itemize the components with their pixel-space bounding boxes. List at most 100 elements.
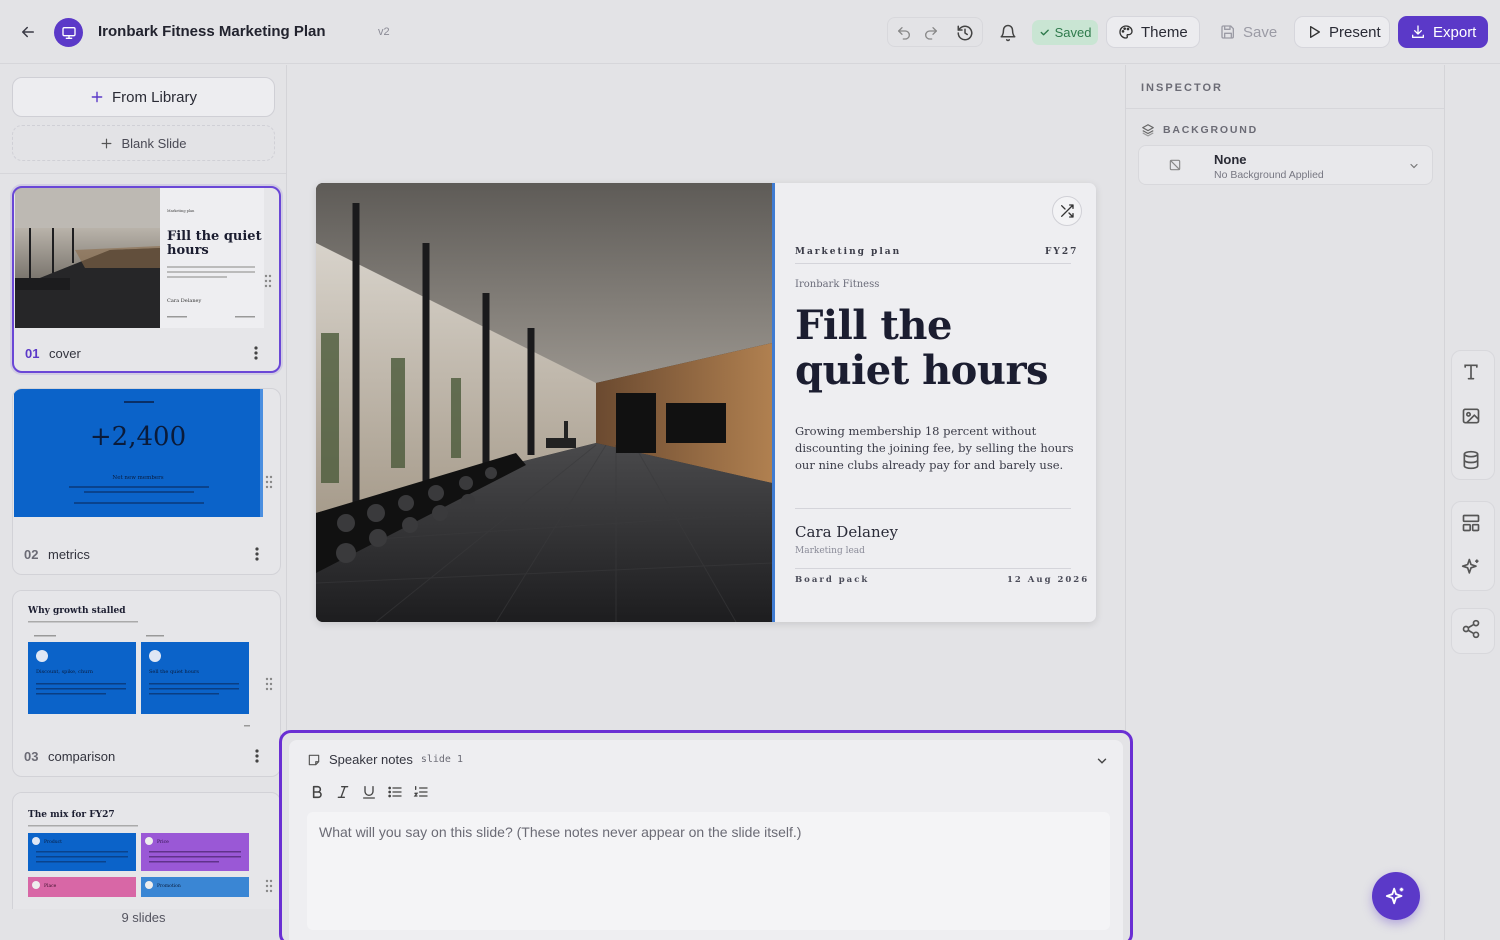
back-arrow-icon[interactable] [14, 18, 42, 46]
blank-slide-button[interactable]: Blank Slide [12, 125, 275, 161]
svg-text:Fill the quiet: Fill the quiet [167, 229, 262, 244]
divider [1126, 108, 1445, 109]
background-value: None [1214, 152, 1247, 167]
slides-panel: From Library Blank Slide Marketing plan … [0, 65, 287, 940]
background-select[interactable]: None No Background Applied [1138, 145, 1433, 185]
slide-thumbnail-cover[interactable]: Marketing plan Fill the quiet hours Cara… [12, 186, 281, 373]
slide-body-text[interactable]: Growing membership 18 percent without di… [795, 423, 1075, 474]
slide-thumbnail-comparison[interactable]: Why growth stalled Discount, spike, chur… [12, 590, 281, 777]
save-button[interactable]: Save [1208, 16, 1286, 48]
from-library-label: From Library [111, 88, 197, 106]
theme-button[interactable]: Theme [1106, 16, 1200, 48]
svg-text:hours: hours [167, 243, 209, 258]
thumb-tile-promotion: Promotion [157, 883, 181, 889]
gym-photo[interactable] [316, 183, 772, 622]
slide-preview: +2,400 Net new members [14, 389, 263, 517]
thumb-title: The mix for FY27 [28, 810, 115, 820]
bullet-list-icon[interactable] [387, 784, 405, 802]
metrics-thumbnail-art: +2,400 Net new members [14, 389, 263, 517]
slide-preview-main[interactable]: Marketing plan FY27 Ironbark Fitness Fil… [316, 183, 1096, 622]
thumb-title: Why growth stalled [27, 606, 126, 616]
ai-assistant-button[interactable] [1372, 872, 1420, 920]
collapse-chevron-icon[interactable] [1095, 754, 1109, 768]
background-description: No Background Applied [1214, 169, 1324, 181]
thumb-kicker: Marketing plan [167, 209, 195, 213]
speaker-notes-placeholder: What will you say on this slide? (These … [319, 824, 802, 840]
numbered-list-icon[interactable] [413, 784, 431, 802]
saved-status-badge: Saved [1032, 20, 1098, 45]
redo-icon[interactable] [920, 22, 942, 44]
image-tool-icon[interactable] [1461, 406, 1485, 430]
slide-headline[interactable]: Fill the quiet hours [795, 303, 1065, 393]
thumb-option-a: Discount, spike, churn [36, 669, 94, 675]
inspector-title: INSPECTOR [1141, 82, 1223, 94]
divider [795, 568, 1071, 569]
more-options-icon[interactable] [253, 345, 259, 361]
speaker-notes-title: Speaker notes [329, 752, 413, 767]
export-button[interactable]: Export [1398, 16, 1488, 48]
italic-icon[interactable] [335, 784, 353, 802]
speaker-notes-slide-ref: slide 1 [420, 754, 463, 765]
thumb-author: Cara Delaney [167, 298, 201, 304]
blank-slide-label: Blank Slide [121, 135, 187, 151]
drag-handle-icon[interactable] [265, 475, 273, 489]
thumb-tile-price: Price [157, 839, 169, 845]
drag-handle-icon[interactable] [264, 274, 272, 288]
note-icon [307, 753, 321, 767]
slide-thumbnail-metrics[interactable]: +2,400 Net new members 02 metrics [12, 388, 281, 575]
sparkle-icon [1385, 885, 1407, 907]
theme-button-label: Theme [1141, 23, 1188, 41]
divider [795, 508, 1071, 509]
database-tool-icon[interactable] [1461, 450, 1485, 474]
thumb-option-b: Sell the quiet hours [149, 669, 199, 675]
accent-divider [772, 183, 775, 622]
present-button-label: Present [1329, 23, 1381, 41]
speaker-notes-card: Speaker notes slide 1 What will you say … [289, 740, 1123, 940]
slide-number: 03 [24, 749, 39, 764]
divider [795, 263, 1071, 264]
ai-sparkle-tool-icon[interactable] [1461, 557, 1485, 581]
gym-interior-image [316, 183, 772, 622]
shuffle-layout-icon[interactable] [1052, 196, 1082, 226]
slide-name: comparison [48, 749, 116, 764]
present-button[interactable]: Present [1294, 16, 1390, 48]
floppy-disk-icon [1220, 24, 1236, 40]
text-tool-icon[interactable] [1461, 362, 1485, 386]
presentation-app-icon [54, 18, 83, 47]
thumb-caption: Net new members [112, 475, 163, 481]
slide-name: metrics [48, 547, 90, 562]
play-icon [1306, 24, 1322, 40]
bold-icon[interactable] [309, 784, 327, 802]
slide-count: 9 slides [0, 909, 286, 940]
thumb-tile-place: Place [44, 883, 57, 889]
slide-fiscal-year: FY27 [1045, 247, 1079, 257]
document-title[interactable]: Ironbark Fitness Marketing Plan [98, 23, 326, 40]
share-icon[interactable] [1461, 619, 1485, 643]
more-options-icon[interactable] [254, 546, 260, 562]
cover-thumbnail-art: Marketing plan Fill the quiet hours Cara… [15, 188, 264, 328]
no-image-icon [1168, 158, 1184, 174]
slide-author: Cara Delaney [795, 523, 898, 541]
undo-icon[interactable] [893, 22, 915, 44]
slide-preview: Why growth stalled Discount, spike, chur… [14, 591, 263, 731]
drag-handle-icon[interactable] [265, 677, 273, 691]
layout-tool-icon[interactable] [1461, 513, 1485, 537]
more-options-icon[interactable] [254, 748, 260, 764]
version-history-icon[interactable] [953, 21, 977, 45]
thumb-tile-product: Product [44, 839, 62, 845]
speaker-notes-header[interactable]: Speaker notes slide 1 [307, 752, 463, 767]
drag-handle-icon[interactable] [265, 879, 273, 893]
notifications-bell-icon[interactable] [996, 21, 1020, 45]
saved-status-text: Saved [1054, 25, 1092, 40]
from-library-button[interactable]: From Library [12, 77, 275, 117]
speaker-notes-editor[interactable]: What will you say on this slide? (These … [307, 812, 1110, 930]
version-label: v2 [378, 26, 390, 38]
layers-icon [1141, 123, 1155, 137]
save-button-label: Save [1243, 23, 1278, 41]
slide-name: cover [49, 346, 81, 361]
underline-icon[interactable] [361, 784, 379, 802]
speaker-notes-panel: Speaker notes slide 1 What will you say … [279, 730, 1133, 940]
comparison-thumbnail-art: Why growth stalled Discount, spike, chur… [14, 591, 263, 731]
slide-brand: Ironbark Fitness [795, 279, 880, 290]
plus-icon [90, 90, 104, 104]
